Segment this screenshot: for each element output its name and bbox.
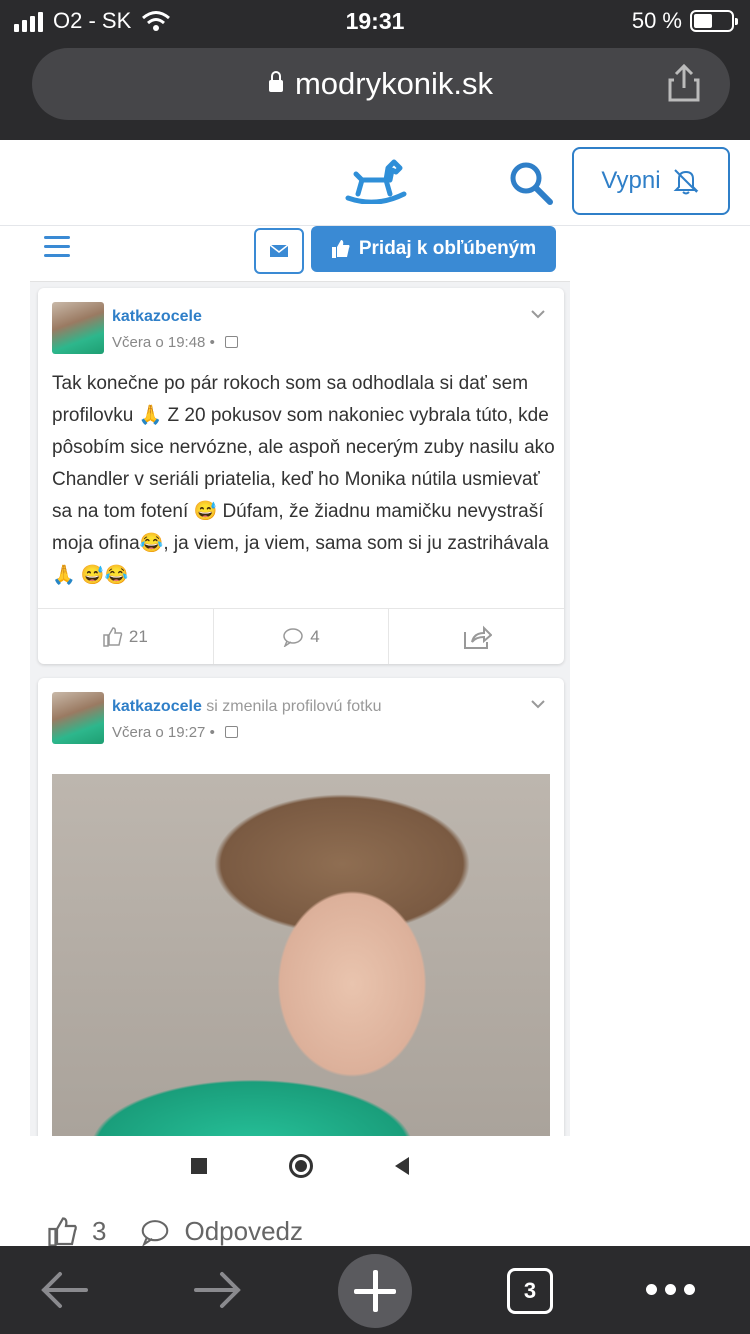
search-icon[interactable] [508,160,554,206]
lock-icon [268,71,283,92]
avatar [52,302,104,354]
post-time: Včera o 19:27 • [112,724,238,741]
recent-apps-icon [191,1158,207,1174]
post-card: katkazocele Včera o 19:48 • Tak konečne … [38,288,564,664]
more-menu-icon[interactable] [646,1284,695,1295]
bell-off-icon [673,169,698,195]
battery-icon [690,10,738,32]
battery-percent: 50 % [631,8,682,33]
thumbs-up-icon[interactable] [48,1216,78,1247]
post-time-text: Včera o 19:48 [112,334,206,351]
post-card: katkazocele si zmenila profilovú fotku V… [38,678,564,1136]
thumbs-up-icon [103,626,123,647]
post-actions: 21 4 [38,608,564,664]
post-username: katkazocele [112,308,202,325]
post-time: Včera o 19:48 • [112,334,238,351]
calendar-icon [225,726,238,738]
forward-arrow-icon[interactable] [192,1268,244,1312]
like-count: 21 [128,626,148,646]
browser-chrome: O2 - SK 19:31 50 % modrykonik.sk [0,0,750,140]
site-header: Vypni [0,140,750,226]
tabs-button[interactable]: 3 [507,1268,553,1314]
chevron-down-icon [531,700,545,709]
notifications-off-button[interactable]: Vypni [572,147,730,215]
back-triangle-icon [395,1157,409,1175]
post-content: Pridaj k obľúbeným katkazocele Včera o 1… [0,226,750,1247]
address-bar[interactable]: modrykonik.sk [32,48,730,120]
home-icon [289,1154,313,1178]
favorite-label: Pridaj k obľúbeným [358,238,537,259]
back-arrow-icon[interactable] [38,1268,90,1312]
rocking-horse-logo-icon[interactable] [344,154,408,204]
browser-toolbar: 3 [0,1246,750,1334]
post-username: katkazocele si zmenila profilovú fotku [112,698,381,716]
like-count[interactable]: 3 [92,1216,106,1247]
comment-count: 4 [310,626,320,646]
photo-sweater [52,1008,550,1136]
like-action: 21 [38,609,214,664]
share-action [389,609,564,664]
comment-icon[interactable] [140,1218,170,1246]
reply-button[interactable]: Odpovedz [184,1216,303,1247]
thumbs-up-icon [331,240,350,258]
mail-icon [254,228,304,274]
avatar [52,692,104,744]
android-nav-buttons [30,1136,570,1196]
embedded-screenshot: Pridaj k obľúbeným katkazocele Včera o 1… [30,226,570,1136]
embedded-toolbar: Pridaj k obľúbeným [30,226,570,282]
add-favorite-button: Pridaj k obľúbeným [311,226,556,272]
comment-icon [283,627,304,647]
battery-info: 50 % [631,8,738,34]
new-tab-plus-icon[interactable] [338,1254,412,1328]
vypni-label: Vypni [601,167,661,194]
post-text: Tak konečne po pár rokoch som sa odhodla… [52,373,555,586]
calendar-icon [225,336,238,348]
post-time-text: Včera o 19:27 [112,724,206,741]
share-icon [463,625,492,649]
hamburger-menu-icon [44,236,70,258]
reply-row: 3 Odpovedz [48,1216,303,1247]
post-username-text: katkazocele [112,698,202,715]
chevron-down-icon [531,310,545,319]
post-action-text: si zmenila profilovú fotku [206,698,382,715]
comment-action: 4 [214,609,390,664]
share-icon[interactable] [668,62,700,102]
url-text: modrykonik.sk [294,66,494,101]
